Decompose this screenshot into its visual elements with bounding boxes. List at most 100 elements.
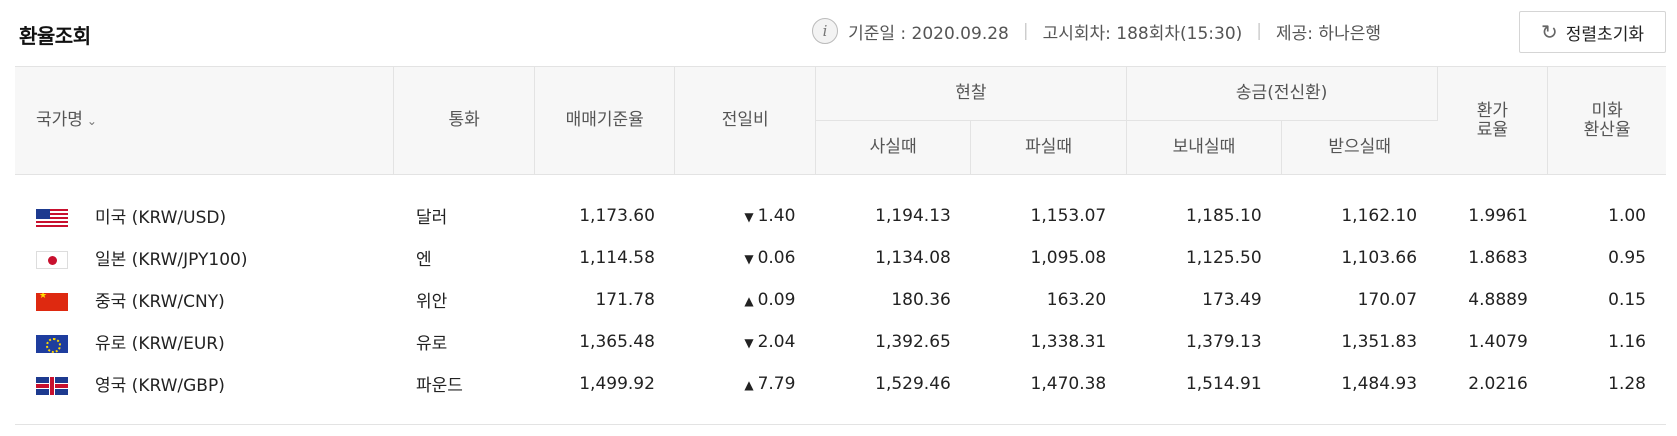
table-row[interactable]: 일본 (KRW/JPY100) 엔 1,114.58 ▼ 0.06 1,134.08 1,0… — [15, 237, 1666, 279]
country-name: 영국 (KRW/GBP) — [95, 376, 225, 396]
country-name: 중국 (KRW/CNY) — [95, 292, 225, 312]
triangle-up-icon: ▲ — [744, 293, 754, 308]
fee-rate-cell: 4.8889 — [1468, 289, 1528, 310]
usd-rate-cell: 1.28 — [1608, 373, 1646, 394]
exchange-rate-table: 국가명 ⌄ 통화 매매기준율 전일비 현찰 송금(전신환) 환가 료율 미화 환산율 … — [15, 66, 1666, 425]
cash-buy-column-header: 사실때 — [815, 120, 972, 175]
base-rate-cell: 1,499.92 — [579, 373, 655, 394]
provider: 제공: 하나은행 — [1276, 23, 1381, 44]
receive-cell: 1,351.83 — [1341, 331, 1418, 352]
cash-buy-cell: 1,392.65 — [875, 331, 951, 352]
reset-sort-button[interactable]: ↻ 정렬초기화 — [1519, 11, 1666, 53]
table-row[interactable]: 중국 (KRW/CNY) 위안 171.78 ▲0.09 180.36 163.20 173… — [15, 279, 1666, 321]
usd-rate-cell: 0.95 — [1608, 247, 1646, 268]
eu-flag-icon — [36, 335, 68, 353]
country-column-header[interactable]: 국가명 ⌄ — [15, 66, 395, 175]
cash-sell-cell: 163.20 — [1046, 289, 1107, 310]
fee-rate-cell: 1.9961 — [1468, 205, 1528, 226]
change-cell: ▼ 2.04 — [675, 321, 816, 363]
table-row[interactable]: 미국 (KRW/USD) 달러 1,173.60 ▼ 1.40 1,194.13 1,153… — [15, 195, 1666, 237]
cash-buy-cell: 1,194.13 — [875, 205, 951, 226]
fee-rate-header-line2: 료율 — [1476, 119, 1509, 140]
send-cell: 1,125.50 — [1185, 247, 1262, 268]
currency-cell: 유로 — [415, 334, 448, 354]
change-value: 0.09 — [757, 289, 796, 310]
cash-sell-cell: 1,153.07 — [1030, 205, 1107, 226]
send-cell: 1,379.13 — [1185, 331, 1262, 352]
triangle-down-icon: ▼ — [744, 209, 754, 224]
us-flag-icon — [36, 209, 68, 227]
receive-cell: 1,162.10 — [1341, 205, 1418, 226]
currency-cell: 달러 — [415, 208, 448, 228]
info-icon[interactable]: i — [812, 18, 839, 44]
country-cell: 영국 (KRW/GBP) — [15, 363, 394, 405]
divider: | — [1256, 21, 1263, 41]
cash-sell-cell: 1,338.31 — [1030, 331, 1107, 352]
base-date: 기준일 : 2020.09.28 — [848, 23, 1009, 44]
currency-cell: 위안 — [415, 292, 448, 312]
base-rate-cell: 1,365.48 — [579, 331, 655, 352]
receive-column-header: 받으실때 — [1281, 120, 1438, 175]
country-cell: 미국 (KRW/USD) — [15, 195, 394, 237]
refresh-icon: ↻ — [1541, 20, 1558, 44]
table-header: 국가명 ⌄ 통화 매매기준율 전일비 현찰 송금(전신환) 환가 료율 미화 환산율 … — [15, 66, 1666, 175]
country-name: 일본 (KRW/JPY100) — [95, 250, 248, 270]
usd-rate-header-line1: 미화 — [1591, 100, 1623, 121]
usd-rate-header-line2: 환산율 — [1583, 119, 1631, 140]
receive-cell: 1,103.66 — [1341, 247, 1418, 268]
change-cell: ▲ 7.79 — [675, 363, 816, 405]
top-bar: 환율조회 i 기준일 : 2020.09.28 | 고시회차: 188회차(15… — [0, 0, 1677, 66]
cash-group-header: 현찰 — [815, 66, 1127, 121]
change-value: 7.79 — [757, 373, 796, 394]
triangle-down-icon: ▼ — [744, 251, 754, 266]
currency-cell: 엔 — [415, 250, 432, 270]
usd-rate-column-header: 미화 환산율 — [1547, 66, 1666, 175]
base-rate-cell: 1,114.58 — [579, 247, 655, 268]
country-cell: 유로 (KRW/EUR) — [15, 321, 394, 363]
triangle-down-icon: ▼ — [744, 335, 754, 350]
country-name: 유로 (KRW/EUR) — [95, 334, 225, 354]
country-cell: 일본 (KRW/JPY100) — [15, 237, 394, 279]
cash-sell-column-header: 파실때 — [970, 120, 1127, 175]
change-value: 2.04 — [757, 331, 796, 352]
chevron-down-icon: ⌄ — [86, 114, 97, 129]
meta-info: i 기준일 : 2020.09.28 | 고시회차: 188회차(15:30) … — [812, 18, 1381, 44]
triangle-up-icon: ▲ — [744, 377, 754, 392]
cash-buy-cell: 1,529.46 — [875, 373, 951, 394]
page-title: 환율조회 — [19, 24, 91, 48]
transfer-group-header: 송금(전신환) — [1126, 66, 1438, 121]
change-value: 0.06 — [757, 247, 796, 268]
change-value: 1.40 — [757, 205, 796, 226]
cash-buy-cell: 180.36 — [891, 289, 951, 310]
receive-cell: 1,484.93 — [1341, 373, 1418, 394]
send-cell: 173.49 — [1202, 289, 1262, 310]
base-rate-cell: 1,173.60 — [579, 205, 655, 226]
fee-rate-cell: 1.8683 — [1468, 247, 1528, 268]
country-name: 미국 (KRW/USD) — [95, 208, 227, 228]
cn-flag-icon — [36, 293, 68, 311]
fee-rate-column-header: 환가 료율 — [1437, 66, 1549, 175]
usd-rate-cell: 1.16 — [1608, 331, 1646, 352]
change-cell: ▼ 0.06 — [675, 237, 816, 279]
cash-buy-cell: 1,134.08 — [875, 247, 951, 268]
table-row[interactable]: 영국 (KRW/GBP) 파운드 1,499.92 ▲ 7.79 1,529.46 1,47… — [15, 363, 1666, 405]
table-body: 미국 (KRW/USD) 달러 1,173.60 ▼ 1.40 1,194.13 1,153… — [15, 175, 1666, 425]
fee-rate-cell: 2.0216 — [1468, 373, 1528, 394]
country-cell: 중국 (KRW/CNY) — [15, 279, 394, 321]
send-cell: 1,514.91 — [1185, 373, 1262, 394]
fee-rate-header-line1: 환가 — [1476, 100, 1509, 121]
fee-rate-cell: 1.4079 — [1468, 331, 1528, 352]
jp-flag-icon — [36, 251, 68, 269]
notice-round: 고시회차: 188회차(15:30) — [1042, 23, 1243, 44]
table-row[interactable]: 유로 (KRW/EUR) 유로 1,365.48 ▼ 2.04 1,392.65 1,338… — [15, 321, 1666, 363]
base-rate-column-header: 매매기준율 — [534, 66, 676, 175]
reset-sort-label: 정렬초기화 — [1565, 24, 1644, 45]
divider: | — [1022, 21, 1029, 41]
change-cell: ▼ 1.40 — [675, 195, 816, 237]
currency-cell: 파운드 — [415, 376, 463, 396]
gb-flag-icon — [36, 377, 68, 395]
usd-rate-cell: 1.00 — [1608, 205, 1646, 226]
country-header-label: 국가명 — [36, 110, 83, 131]
send-column-header: 보내실때 — [1126, 120, 1283, 175]
base-rate-cell: 171.78 — [595, 289, 655, 310]
